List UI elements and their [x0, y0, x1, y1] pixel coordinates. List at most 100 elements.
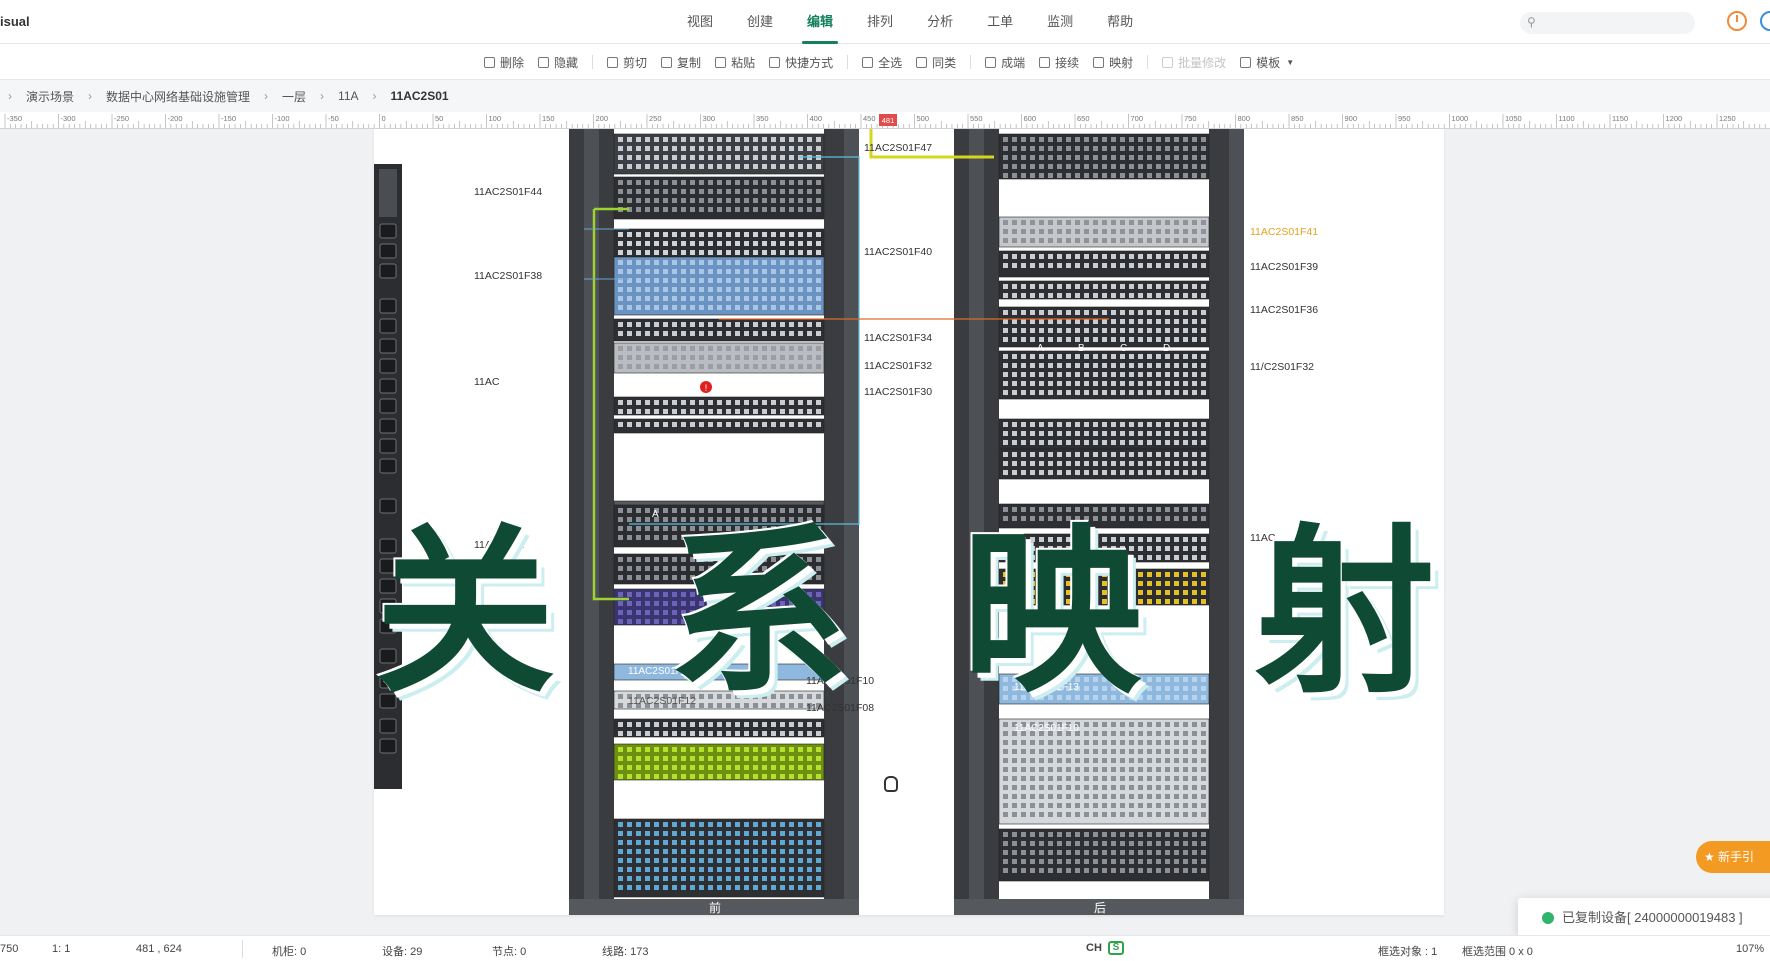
ruler-label: 1050: [1505, 114, 1522, 123]
device-port: [1075, 758, 1080, 763]
template-dropdown[interactable]: 模板 ▼: [1240, 54, 1294, 71]
device-port: [690, 822, 695, 827]
device-port: [654, 756, 659, 761]
delete-button[interactable]: 删除: [484, 54, 524, 71]
device-label[interactable]: 11AC2S01F10: [1014, 723, 1079, 734]
device-label[interactable]: 11AC2S01F30: [864, 386, 932, 398]
device-port: [672, 849, 677, 854]
menu-monitor[interactable]: 监测: [1030, 0, 1090, 44]
device-label[interactable]: 11AC2S01F36: [1250, 304, 1318, 316]
device-port: [1147, 155, 1152, 160]
device-port: [762, 840, 767, 845]
device-port: [780, 155, 785, 160]
device-port: [807, 731, 812, 736]
device-port: [1057, 363, 1062, 368]
diagram-canvas[interactable]: ! 11AC2S01F44 11AC2S01F38 11AC 11AC2S01 …: [0, 129, 1770, 935]
device-label[interactable]: 11AC2S01F47: [864, 142, 932, 154]
device-port: [1156, 372, 1161, 377]
device-port: [672, 232, 677, 237]
device-port: [1075, 440, 1080, 445]
device-port: [1102, 164, 1107, 169]
breadcrumb-item[interactable]: 一层: [282, 88, 306, 105]
device-port: [744, 831, 749, 836]
menu-create[interactable]: 创建: [730, 0, 790, 44]
device-port: [654, 305, 659, 310]
device-label[interactable]: 11AC2S01F44: [474, 186, 542, 198]
device-port: [789, 305, 794, 310]
device-port: [1030, 461, 1035, 466]
menu-workorder[interactable]: 工单: [970, 0, 1030, 44]
ime-s-icon[interactable]: S: [1108, 941, 1124, 955]
device-port: [1057, 238, 1062, 243]
device-port: [1183, 422, 1188, 427]
device-port: [690, 189, 695, 194]
device-port: [735, 400, 740, 405]
menu-analysis[interactable]: 分析: [910, 0, 970, 44]
device-label[interactable]: 11AC2S01F39: [1250, 261, 1318, 273]
device-port: [771, 250, 776, 255]
status-zoom[interactable]: 107%: [1736, 943, 1764, 955]
device-port: [1201, 803, 1206, 808]
cut-button[interactable]: 剪切: [607, 54, 647, 71]
form-end-button[interactable]: 成端: [985, 54, 1025, 71]
hide-button[interactable]: 隐藏: [538, 54, 578, 71]
same-type-button[interactable]: 同类: [916, 54, 956, 71]
device-port: [1030, 740, 1035, 745]
menu-edit[interactable]: 编辑: [790, 0, 850, 44]
connect-button[interactable]: 接续: [1039, 54, 1079, 71]
device-label-selected[interactable]: 11AC2S01F41: [1250, 226, 1318, 238]
device-label[interactable]: 11AC2S01F34: [864, 332, 932, 344]
device-port: [1129, 740, 1134, 745]
device-port: [681, 364, 686, 369]
device-port: [627, 765, 632, 770]
device-port: [1030, 372, 1035, 377]
device-port: [681, 296, 686, 301]
breadcrumb-item[interactable]: 演示场景: [26, 88, 74, 105]
device-label[interactable]: 11/C2S01F32: [1250, 361, 1314, 373]
device-port: [1102, 868, 1107, 873]
device-port: [1111, 868, 1116, 873]
device-port: [1075, 767, 1080, 772]
copy-button[interactable]: 复制: [661, 54, 701, 71]
breadcrumb-item[interactable]: 11A: [338, 89, 358, 103]
menu-view[interactable]: 视图: [670, 0, 730, 44]
shortcut-button[interactable]: 快捷方式: [769, 54, 833, 71]
device-port: [1003, 337, 1008, 342]
device-port: [771, 146, 776, 151]
device-port: [1165, 284, 1170, 289]
beginner-guide-button[interactable]: ★ 新手引: [1696, 841, 1770, 873]
device-port: [1165, 812, 1170, 817]
globe-icon[interactable]: [1760, 11, 1770, 31]
ime-language[interactable]: CH: [1086, 942, 1102, 954]
map-button[interactable]: 映射: [1093, 54, 1133, 71]
device-port: [1057, 461, 1062, 466]
device-port: [798, 747, 803, 752]
copy-icon: [661, 56, 673, 68]
device-port: [1066, 868, 1071, 873]
device-port: [699, 346, 704, 351]
device-label[interactable]: 11AC2S01F38: [474, 270, 542, 282]
collapse-menu-icon[interactable]: ⌃: [1121, 14, 1129, 25]
device-label[interactable]: 11AC2S01F32: [864, 360, 932, 372]
device-port: [1120, 390, 1125, 395]
device-port: [1084, 422, 1089, 427]
device-port: [1129, 390, 1134, 395]
paste-button[interactable]: 粘贴: [715, 54, 755, 71]
batch-edit-button[interactable]: 批量修改: [1162, 54, 1226, 71]
device-port: [1120, 832, 1125, 837]
menu-arrange[interactable]: 排列: [850, 0, 910, 44]
device-port: [1138, 785, 1143, 790]
device-label[interactable]: 11AC: [474, 376, 500, 388]
device-port: [636, 422, 641, 427]
device-port: [627, 164, 632, 169]
device-label[interactable]: 11AC2S01F40: [864, 246, 932, 258]
device-port: [1129, 749, 1134, 754]
device-port: [780, 840, 785, 845]
history-icon[interactable]: [1727, 11, 1747, 31]
select-all-button[interactable]: 全选: [862, 54, 902, 71]
device-port: [1174, 776, 1179, 781]
search-input[interactable]: ⚲: [1520, 12, 1695, 34]
device-port: [717, 305, 722, 310]
device-port: [816, 250, 821, 255]
breadcrumb-item[interactable]: 数据中心网络基础设施管理: [106, 88, 250, 105]
